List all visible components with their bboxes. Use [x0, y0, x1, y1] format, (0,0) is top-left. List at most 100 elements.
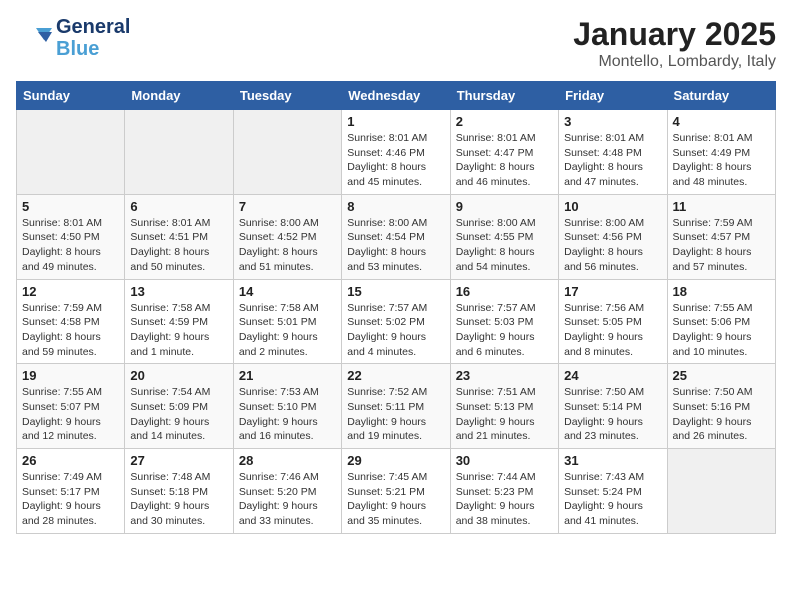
calendar-cell: 17 Sunrise: 7:56 AMSunset: 5:05 PMDayligh… [559, 279, 667, 364]
day-number: 1 [347, 114, 444, 129]
day-info: Sunrise: 7:45 AMSunset: 5:21 PMDaylight:… [347, 470, 444, 529]
day-info: Sunrise: 7:46 AMSunset: 5:20 PMDaylight:… [239, 470, 336, 529]
day-number: 22 [347, 368, 444, 383]
page-header: General Blue January 2025 Montello, Lomb… [16, 16, 776, 71]
day-info: Sunrise: 8:01 AMSunset: 4:48 PMDaylight:… [564, 131, 661, 190]
logo-line2: Blue [56, 38, 130, 60]
day-info: Sunrise: 8:01 AMSunset: 4:46 PMDaylight:… [347, 131, 444, 190]
calendar-table: SundayMondayTuesdayWednesdayThursdayFrid… [16, 81, 776, 534]
calendar-cell: 24Sunrise: 7:50 AMSunset: 5:14 PMDayligh… [559, 364, 667, 449]
day-number: 18 [673, 284, 770, 299]
day-info: Sunrise: 7:50 AMSunset: 5:14 PMDaylight:… [564, 385, 661, 444]
day-info: Sunrise: 7:55 AMSunset: 5:07 PMDaylight:… [22, 385, 119, 444]
calendar-header-sunday: Sunday [17, 82, 125, 110]
calendar-cell: 7 Sunrise: 8:00 AMSunset: 4:52 PMDaylight… [233, 194, 341, 279]
calendar-cell: 11Sunrise: 7:59 AMSunset: 4:57 PMDayligh… [667, 194, 775, 279]
day-number: 3 [564, 114, 661, 129]
day-info: Sunrise: 8:01 AMSunset: 4:51 PMDaylight:… [130, 216, 227, 275]
day-number: 8 [347, 199, 444, 214]
calendar-cell: 18 Sunrise: 7:55 AMSunset: 5:06 PMDayligh… [667, 279, 775, 364]
day-number: 17 [564, 284, 661, 299]
day-number: 14 [239, 284, 336, 299]
calendar-cell: 20Sunrise: 7:54 AMSunset: 5:09 PMDayligh… [125, 364, 233, 449]
day-info: Sunrise: 7:53 AMSunset: 5:10 PMDaylight:… [239, 385, 336, 444]
calendar-week-3: 12 Sunrise: 7:59 AMSunset: 4:58 PMDayligh… [17, 279, 776, 364]
calendar-cell [17, 110, 125, 195]
day-info: Sunrise: 7:59 AMSunset: 4:58 PMDaylight:… [22, 301, 119, 360]
location-title: Montello, Lombardy, Italy [573, 53, 776, 71]
day-number: 15 [347, 284, 444, 299]
calendar-cell: 12 Sunrise: 7:59 AMSunset: 4:58 PMDayligh… [17, 279, 125, 364]
calendar-cell: 8 Sunrise: 8:00 AMSunset: 4:54 PMDaylight… [342, 194, 450, 279]
day-number: 11 [673, 199, 770, 214]
day-info: Sunrise: 7:48 AMSunset: 5:18 PMDaylight:… [130, 470, 227, 529]
day-info: Sunrise: 7:58 AMSunset: 5:01 PMDaylight:… [239, 301, 336, 360]
month-title: January 2025 [573, 16, 776, 53]
calendar-week-2: 5Sunrise: 8:01 AMSunset: 4:50 PMDaylight… [17, 194, 776, 279]
day-info: Sunrise: 7:44 AMSunset: 5:23 PMDaylight:… [456, 470, 553, 529]
calendar-cell [233, 110, 341, 195]
day-number: 26 [22, 453, 119, 468]
calendar-cell: 21Sunrise: 7:53 AMSunset: 5:10 PMDayligh… [233, 364, 341, 449]
day-number: 31 [564, 453, 661, 468]
day-number: 16 [456, 284, 553, 299]
day-info: Sunrise: 7:50 AMSunset: 5:16 PMDaylight:… [673, 385, 770, 444]
day-number: 12 [22, 284, 119, 299]
title-block: January 2025 Montello, Lombardy, Italy [573, 16, 776, 71]
day-info: Sunrise: 7:57 AMSunset: 5:02 PMDaylight:… [347, 301, 444, 360]
day-info: Sunrise: 7:49 AMSunset: 5:17 PMDaylight:… [22, 470, 119, 529]
calendar-cell: 19Sunrise: 7:55 AMSunset: 5:07 PMDayligh… [17, 364, 125, 449]
calendar-cell: 26 Sunrise: 7:49 AMSunset: 5:17 PMDayligh… [17, 449, 125, 534]
calendar-cell: 2Sunrise: 8:01 AMSunset: 4:47 PMDaylight… [450, 110, 558, 195]
calendar-week-5: 26 Sunrise: 7:49 AMSunset: 5:17 PMDayligh… [17, 449, 776, 534]
calendar-cell: 3 Sunrise: 8:01 AMSunset: 4:48 PMDaylight… [559, 110, 667, 195]
day-number: 13 [130, 284, 227, 299]
calendar-header-thursday: Thursday [450, 82, 558, 110]
calendar-cell: 6 Sunrise: 8:01 AMSunset: 4:51 PMDaylight… [125, 194, 233, 279]
day-info: Sunrise: 7:52 AMSunset: 5:11 PMDaylight:… [347, 385, 444, 444]
day-number: 6 [130, 199, 227, 214]
calendar-cell: 29Sunrise: 7:45 AMSunset: 5:21 PMDayligh… [342, 449, 450, 534]
day-info: Sunrise: 8:00 AMSunset: 4:52 PMDaylight:… [239, 216, 336, 275]
calendar-cell: 15 Sunrise: 7:57 AMSunset: 5:02 PMDayligh… [342, 279, 450, 364]
calendar-header-tuesday: Tuesday [233, 82, 341, 110]
calendar-cell [125, 110, 233, 195]
day-number: 20 [130, 368, 227, 383]
day-info: Sunrise: 8:01 AMSunset: 4:47 PMDaylight:… [456, 131, 553, 190]
calendar-cell: 22 Sunrise: 7:52 AMSunset: 5:11 PMDayligh… [342, 364, 450, 449]
calendar-header-row: SundayMondayTuesdayWednesdayThursdayFrid… [17, 82, 776, 110]
day-number: 4 [673, 114, 770, 129]
calendar-body: 1 Sunrise: 8:01 AMSunset: 4:46 PMDaylight… [17, 110, 776, 534]
calendar-cell: 23Sunrise: 7:51 AMSunset: 5:13 PMDayligh… [450, 364, 558, 449]
day-info: Sunrise: 7:58 AMSunset: 4:59 PMDaylight:… [130, 301, 227, 360]
day-info: Sunrise: 7:55 AMSunset: 5:06 PMDaylight:… [673, 301, 770, 360]
calendar-header-saturday: Saturday [667, 82, 775, 110]
calendar-cell: 1 Sunrise: 8:01 AMSunset: 4:46 PMDaylight… [342, 110, 450, 195]
calendar-cell: 25 Sunrise: 7:50 AMSunset: 5:16 PMDayligh… [667, 364, 775, 449]
calendar-week-1: 1 Sunrise: 8:01 AMSunset: 4:46 PMDaylight… [17, 110, 776, 195]
calendar-cell: 14 Sunrise: 7:58 AMSunset: 5:01 PMDayligh… [233, 279, 341, 364]
calendar-cell: 4Sunrise: 8:01 AMSunset: 4:49 PMDaylight… [667, 110, 775, 195]
day-number: 7 [239, 199, 336, 214]
day-info: Sunrise: 8:00 AMSunset: 4:55 PMDaylight:… [456, 216, 553, 275]
day-number: 27 [130, 453, 227, 468]
calendar-cell: 5Sunrise: 8:01 AMSunset: 4:50 PMDaylight… [17, 194, 125, 279]
calendar-header-monday: Monday [125, 82, 233, 110]
calendar-cell: 30 Sunrise: 7:44 AMSunset: 5:23 PMDayligh… [450, 449, 558, 534]
day-number: 23 [456, 368, 553, 383]
logo-line1: General [56, 16, 130, 38]
logo: General Blue [16, 16, 130, 60]
calendar-cell: 9 Sunrise: 8:00 AMSunset: 4:55 PMDaylight… [450, 194, 558, 279]
day-info: Sunrise: 8:00 AMSunset: 4:54 PMDaylight:… [347, 216, 444, 275]
day-info: Sunrise: 7:56 AMSunset: 5:05 PMDaylight:… [564, 301, 661, 360]
day-number: 30 [456, 453, 553, 468]
day-number: 10 [564, 199, 661, 214]
logo-icon [16, 20, 52, 56]
day-number: 9 [456, 199, 553, 214]
calendar-cell [667, 449, 775, 534]
calendar-header-friday: Friday [559, 82, 667, 110]
calendar-cell: 13 Sunrise: 7:58 AMSunset: 4:59 PMDayligh… [125, 279, 233, 364]
day-info: Sunrise: 7:43 AMSunset: 5:24 PMDaylight:… [564, 470, 661, 529]
day-number: 25 [673, 368, 770, 383]
calendar-header-wednesday: Wednesday [342, 82, 450, 110]
